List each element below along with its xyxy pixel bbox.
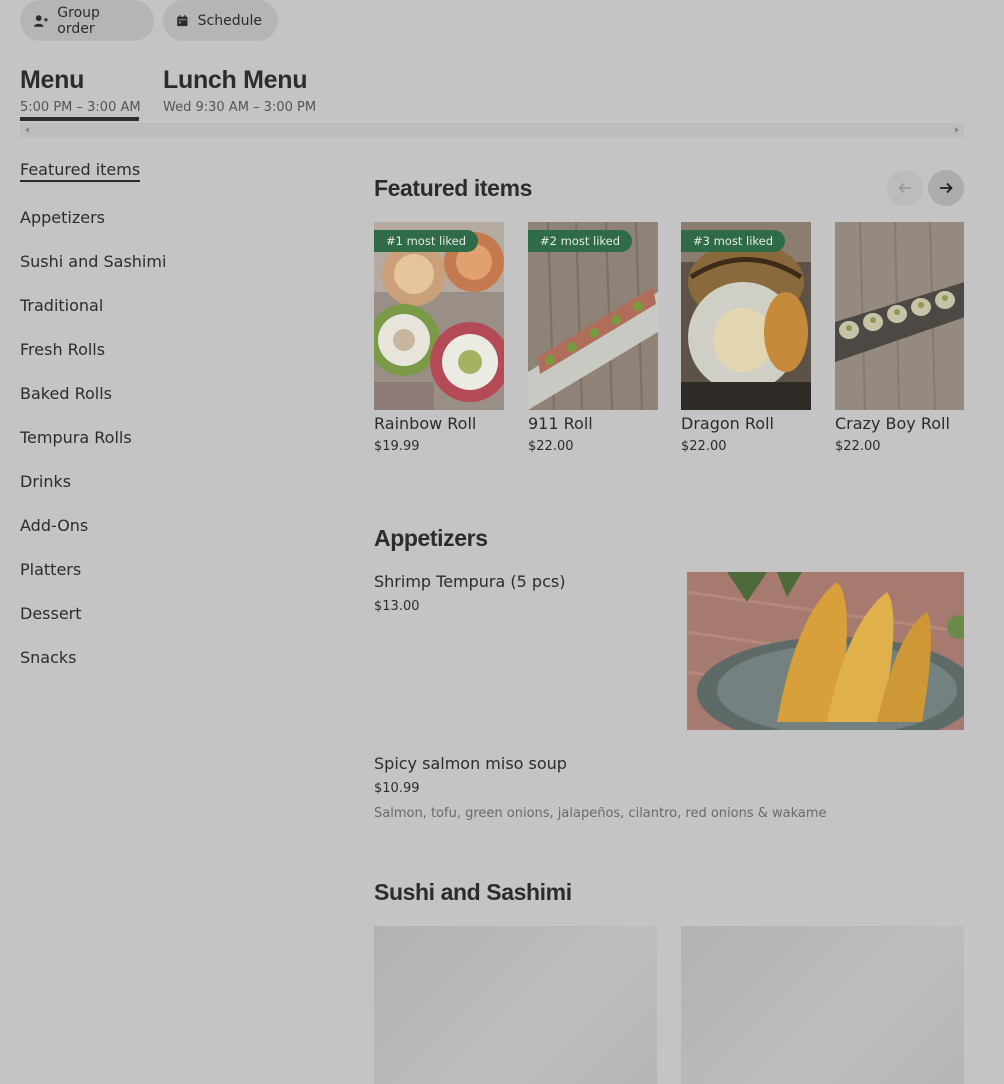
sidebar-item-appetizers[interactable]: Appetizers [20, 208, 105, 227]
sidebar-item-fresh-rolls[interactable]: Fresh Rolls [20, 340, 105, 359]
sidebar-item-baked-rolls[interactable]: Baked Rolls [20, 384, 112, 403]
sidebar-item-dessert[interactable]: Dessert [20, 604, 82, 623]
sidebar-item-platters[interactable]: Platters [20, 560, 81, 579]
menu-item-description: Salmon, tofu, green onions, jalapeños, c… [374, 806, 827, 821]
schedule-label: Schedule [197, 12, 262, 29]
tab-lunch-menu[interactable]: Lunch Menu Wed 9:30 AM – 3:00 PM [163, 66, 316, 115]
menu-title: Menu [20, 66, 85, 94]
menu-item-name: Spicy salmon miso soup [374, 754, 567, 773]
featured-item-card[interactable]: #2 most liked 911 Roll $22.00 [528, 222, 658, 454]
person-add-icon [33, 14, 48, 27]
featured-item-price: $22.00 [835, 439, 881, 454]
most-liked-badge: #3 most liked [681, 230, 786, 252]
featured-item-name: Crazy Boy Roll [835, 414, 950, 433]
menu-item-name: Shrimp Tempura (5 pcs) [374, 572, 566, 591]
menu-item-spicy-salmon-miso-soup[interactable]: Spicy salmon miso soup $10.99 Salmon, to… [374, 754, 827, 821]
shrimp-tempura-image[interactable] [687, 572, 964, 730]
menu-tabs-scrollbar[interactable] [20, 123, 964, 138]
carousel-next-button[interactable] [928, 170, 964, 206]
arrow-right-icon [940, 182, 953, 194]
active-tab-indicator [20, 117, 139, 121]
featured-items-heading: Featured items [374, 175, 533, 201]
dragon-roll-image: #3 most liked [681, 222, 811, 410]
menu-item-shrimp-tempura[interactable]: Shrimp Tempura (5 pcs) $13.00 [374, 572, 565, 614]
sidebar-item-traditional[interactable]: Traditional [20, 296, 103, 315]
sidebar-item-featured-items[interactable]: Featured items [20, 160, 141, 182]
featured-item-price: $19.99 [374, 439, 420, 454]
featured-item-card[interactable]: #1 most liked Rainbow Roll $19.99 [374, 222, 504, 454]
rainbow-roll-image: #1 most liked [374, 222, 504, 410]
menu-item-price: $10.99 [374, 781, 420, 796]
most-liked-badge: #2 most liked [528, 230, 633, 252]
sushi-and-sashimi-heading: Sushi and Sashimi [374, 879, 572, 905]
sidebar-item-drinks[interactable]: Drinks [20, 472, 71, 491]
calendar-icon [177, 14, 188, 26]
crazy-boy-roll-image [835, 222, 964, 410]
menu-hours: 5:00 PM – 3:00 AM [20, 100, 141, 115]
featured-item-card[interactable]: Crazy Boy Roll $22.00 [835, 222, 964, 454]
appetizers-heading: Appetizers [374, 525, 488, 551]
featured-item-name: Dragon Roll [681, 414, 774, 433]
featured-item-name: Rainbow Roll [374, 414, 477, 433]
most-liked-badge: #1 most liked [374, 230, 479, 252]
scroll-right-arrow-icon[interactable] [955, 127, 959, 133]
911-roll-image: #2 most liked [528, 222, 658, 410]
image-placeholder[interactable] [374, 926, 657, 1084]
featured-item-name: 911 Roll [528, 414, 593, 433]
group-order-label: Group order [57, 4, 100, 37]
image-placeholder[interactable] [681, 926, 964, 1084]
lunch-menu-hours: Wed 9:30 AM – 3:00 PM [163, 100, 317, 115]
sidebar-item-sushi-and-sashimi[interactable]: Sushi and Sashimi [20, 252, 166, 271]
featured-item-price: $22.00 [528, 439, 574, 454]
menu-item-price: $13.00 [374, 599, 420, 614]
featured-item-price: $22.00 [681, 439, 727, 454]
sidebar-item-tempura-rolls[interactable]: Tempura Rolls [20, 428, 132, 447]
featured-item-card[interactable]: #3 most liked Dragon Roll $22.00 [681, 222, 811, 454]
schedule-button[interactable]: Schedule [163, 0, 278, 41]
tab-menu[interactable]: Menu 5:00 PM – 3:00 AM [20, 66, 141, 121]
carousel-prev-button[interactable] [887, 170, 923, 206]
group-order-button[interactable]: Group order [20, 0, 154, 41]
sidebar-item-add-ons[interactable]: Add-Ons [20, 516, 88, 535]
arrow-left-icon [898, 182, 911, 194]
lunch-menu-title: Lunch Menu [163, 66, 308, 94]
scroll-left-arrow-icon[interactable] [25, 127, 29, 133]
sidebar-item-snacks[interactable]: Snacks [20, 648, 77, 667]
